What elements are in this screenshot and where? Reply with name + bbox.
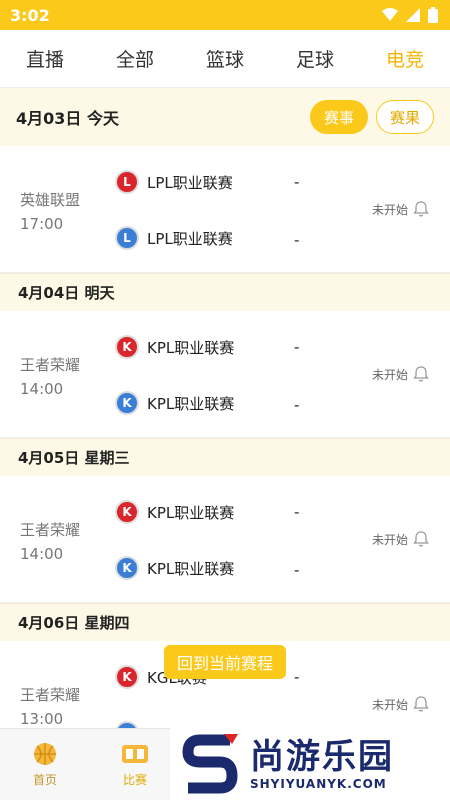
results-button[interactable]: 赛果 xyxy=(376,100,434,134)
bell-icon[interactable] xyxy=(412,200,430,218)
match-status: 未开始 xyxy=(372,530,430,548)
match-info: 英雄联盟 17:00 xyxy=(20,188,80,236)
team-home: K KPL职业联赛 xyxy=(115,335,234,359)
status-text: 未开始 xyxy=(371,202,408,217)
today-header: 4月03日 今天 赛事 赛果 xyxy=(0,88,450,146)
score-away: - xyxy=(294,231,300,249)
match-status: 未开始 xyxy=(372,200,430,218)
status-bar: 3:02 xyxy=(0,0,450,30)
team-logo-icon: K xyxy=(115,335,139,359)
match-list[interactable]: 4月03日 今天 赛事 赛果 英雄联盟 17:00 L LPL职业联赛 L LP… xyxy=(0,88,450,728)
match-info: 王者荣耀 13:00 xyxy=(20,683,80,728)
bell-icon[interactable] xyxy=(412,530,430,548)
today-date: 4月03日 今天 xyxy=(16,109,119,128)
score-home: - xyxy=(294,503,300,521)
team-name: KPL职业联赛 xyxy=(147,338,235,357)
status-time: 3:02 xyxy=(10,5,50,25)
team-logo-icon: L xyxy=(115,226,139,250)
team-away: L LPL职业联赛 xyxy=(115,226,233,250)
wifi-icon xyxy=(382,8,398,21)
game-name: 王者荣耀 xyxy=(20,686,81,704)
nav-matches[interactable]: 比赛 xyxy=(90,729,180,800)
team-logo-icon: K xyxy=(115,391,139,415)
status-text: 未开始 xyxy=(371,532,408,547)
score-home: - xyxy=(294,173,300,191)
tab-all[interactable]: 全部 xyxy=(90,45,180,72)
date-bar: 4月06日 星期四 xyxy=(0,603,450,641)
tab-live[interactable]: 直播 xyxy=(0,45,90,72)
team-home: K KPL职业联赛 xyxy=(115,500,234,524)
team-away xyxy=(115,721,147,728)
team-away: K KPL职业联赛 xyxy=(115,556,234,580)
match-time: 17:00 xyxy=(20,215,64,233)
team-home: L LPL职业联赛 xyxy=(115,170,233,194)
score-away: - xyxy=(294,561,300,579)
date-bar: 4月04日 明天 xyxy=(0,273,450,311)
team-logo-icon: K xyxy=(115,556,139,580)
game-name: 王者荣耀 xyxy=(20,521,81,539)
match-card[interactable]: 王者荣耀 14:00 K KPL职业联赛 K KPL职业联赛 - - 未开始 xyxy=(0,311,450,438)
scoreboard-icon xyxy=(122,745,148,763)
match-card[interactable]: 王者荣耀 14:00 K KPL职业联赛 K KPL职业联赛 - - 未开始 xyxy=(0,476,450,603)
match-info: 王者荣耀 14:00 xyxy=(20,353,80,401)
watermark-url: SHYIYUANYK.COM xyxy=(250,777,387,791)
tab-esports[interactable]: 电竞 xyxy=(360,45,450,72)
category-tabs: 直播 全部 篮球 足球 电竞 xyxy=(0,30,450,88)
nav-label: 首页 xyxy=(32,773,57,787)
match-time: 14:00 xyxy=(20,545,64,563)
status-text: 未开始 xyxy=(371,367,408,382)
match-time: 14:00 xyxy=(20,380,64,398)
basketball-icon xyxy=(34,743,56,765)
match-time: 13:00 xyxy=(20,710,64,728)
watermark-logo: 尚游乐园 SHYIYUANYK.COM xyxy=(170,728,450,800)
bell-icon[interactable] xyxy=(412,695,430,713)
status-text: 未开始 xyxy=(371,697,408,712)
score-home: - xyxy=(294,668,300,686)
team-logo-icon: K xyxy=(115,500,139,524)
match-status: 未开始 xyxy=(372,365,430,383)
team-logo-icon: L xyxy=(115,170,139,194)
team-logo-icon xyxy=(115,721,139,728)
team-name: KPL职业联赛 xyxy=(147,559,235,578)
team-away: K KPL职业联赛 xyxy=(115,391,234,415)
battery-icon xyxy=(428,7,438,23)
score-home: - xyxy=(294,338,300,356)
signal-icon xyxy=(406,8,420,22)
tab-basketball[interactable]: 篮球 xyxy=(180,45,270,72)
matches-button[interactable]: 赛事 xyxy=(310,100,368,134)
team-logo-icon: K xyxy=(115,665,139,689)
team-name: LPL职业联赛 xyxy=(147,229,233,248)
score-away: - xyxy=(294,396,300,414)
nav-home[interactable]: 首页 xyxy=(0,729,90,800)
brand-s-icon xyxy=(174,728,246,800)
date-bar: 4月05日 星期三 xyxy=(0,438,450,476)
match-info: 王者荣耀 14:00 xyxy=(20,518,80,566)
back-to-current-button[interactable]: 回到当前赛程 xyxy=(164,645,286,679)
team-name: KPL职业联赛 xyxy=(147,394,235,413)
match-status: 未开始 xyxy=(372,695,430,713)
nav-label: 比赛 xyxy=(122,773,147,787)
watermark-brand: 尚游乐园 xyxy=(250,737,394,777)
tab-football[interactable]: 足球 xyxy=(270,45,360,72)
status-icons xyxy=(382,7,438,23)
team-name: LPL职业联赛 xyxy=(147,173,233,192)
game-name: 王者荣耀 xyxy=(20,356,81,374)
game-name: 英雄联盟 xyxy=(20,191,81,209)
bell-icon[interactable] xyxy=(412,365,430,383)
match-card[interactable]: 英雄联盟 17:00 L LPL职业联赛 L LPL职业联赛 - - 未开始 xyxy=(0,146,450,273)
team-name: KPL职业联赛 xyxy=(147,503,235,522)
